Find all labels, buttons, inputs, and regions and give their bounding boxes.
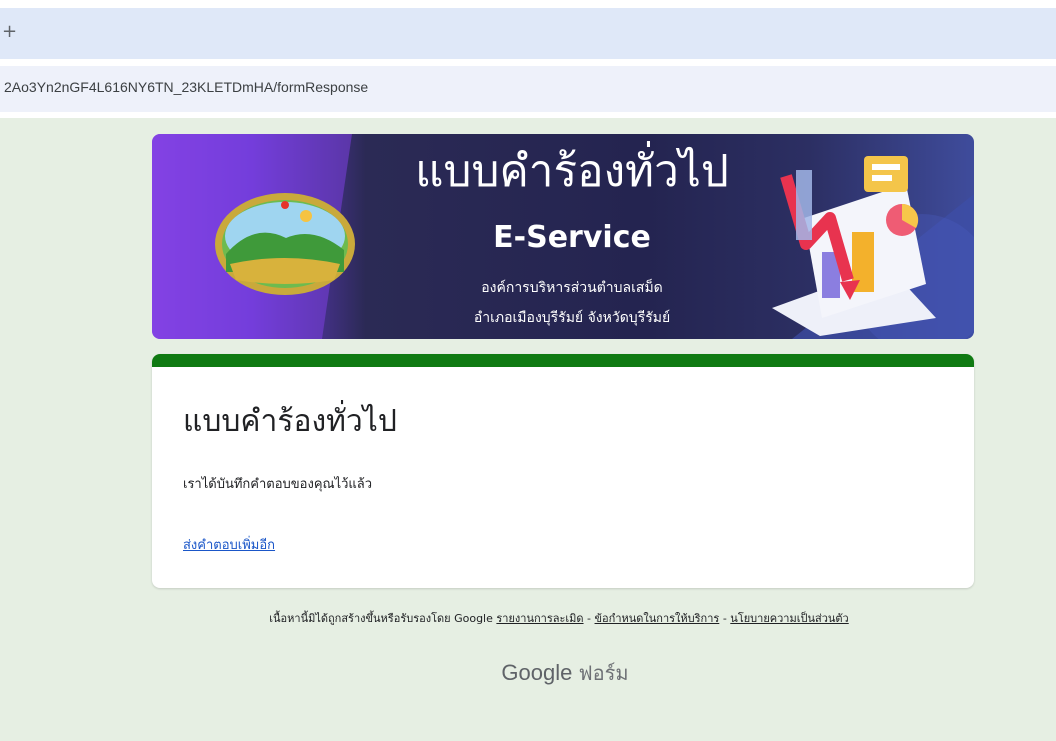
browser-tab-bar: + bbox=[0, 8, 1056, 59]
banner-district: อำเภอเมืองบุรีรัมย์ จังหวัดบุรีรัมย์ bbox=[473, 310, 671, 326]
google-wordmark: Google bbox=[501, 660, 573, 685]
growth-chart-illustration bbox=[772, 156, 936, 336]
banner-organization: องค์การบริหารส่วนตำบลเสม็ด bbox=[481, 280, 663, 296]
separator: - bbox=[587, 612, 592, 625]
banner-subtitle: E-Service bbox=[493, 220, 651, 255]
form-response-card: แบบคำร้องทั่วไป เราได้บันทึกคำตอบของคุณไ… bbox=[152, 354, 974, 588]
new-tab-plus-icon[interactable]: + bbox=[2, 23, 18, 41]
confirmation-message: เราได้บันทึกคำตอบของคุณไว้แล้ว bbox=[183, 477, 373, 492]
url-text[interactable]: 2Ao3Yn2nGF4L616NY6TN_23KLETDmHA/formResp… bbox=[4, 79, 368, 95]
forms-wordmark: ฟอร์ม bbox=[578, 663, 629, 685]
privacy-policy-link[interactable]: นโยบายความเป็นส่วนตัว bbox=[730, 612, 848, 625]
banner-title: แบบคำร้องทั่วไป bbox=[415, 146, 729, 197]
terms-of-service-link[interactable]: ข้อกำหนดในการให้บริการ bbox=[595, 612, 720, 625]
footer-disclaimer: เนื้อหานี้มิได้ถูกสร้างขึ้นหรือรับรองโดย… bbox=[0, 609, 1056, 627]
disclaimer-text: เนื้อหานี้มิได้ถูกสร้างขึ้นหรือรับรองโดย… bbox=[269, 612, 493, 625]
submit-another-response-link[interactable]: ส่งคำตอบเพิ่มอีก bbox=[183, 534, 275, 555]
address-bar[interactable]: 2Ao3Yn2nGF4L616NY6TN_23KLETDmHA/formResp… bbox=[0, 66, 1056, 112]
separator: - bbox=[722, 612, 727, 625]
google-forms-logo[interactable]: Google ฟอร์ม bbox=[0, 657, 1056, 689]
form-page: แบบคำร้องทั่วไป E-Service องค์การบริหารส… bbox=[0, 118, 1056, 741]
form-header-banner: แบบคำร้องทั่วไป E-Service องค์การบริหารส… bbox=[152, 134, 974, 339]
report-abuse-link[interactable]: รายงานการละเมิด bbox=[496, 612, 583, 625]
card-accent-bar bbox=[152, 354, 974, 367]
form-title: แบบคำร้องทั่วไป bbox=[183, 404, 397, 439]
sub-district-emblem-logo bbox=[215, 193, 355, 295]
